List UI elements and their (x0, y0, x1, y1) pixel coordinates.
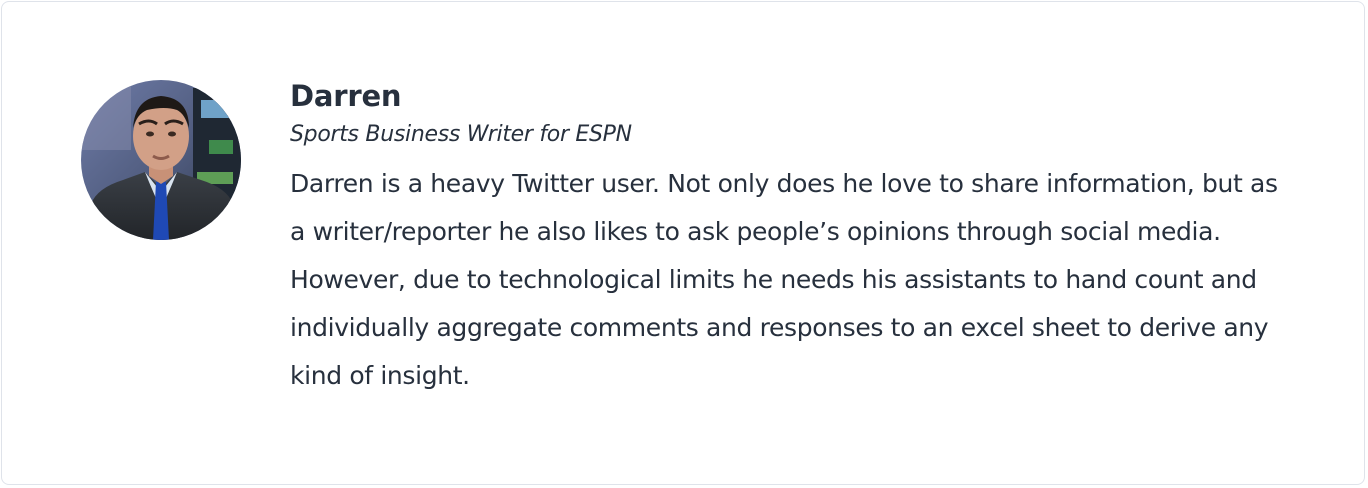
profile-content: Darren Sports Business Writer for ESPN D… (290, 76, 1290, 400)
person-photo-icon (81, 80, 241, 240)
avatar (81, 80, 241, 240)
persona-card: Darren Sports Business Writer for ESPN D… (1, 1, 1365, 485)
profile-bio: Darren is a heavy Twitter user. Not only… (290, 169, 1278, 390)
profile-name: Darren (290, 79, 402, 113)
profile-title: Sports Business Writer for ESPN (290, 122, 632, 147)
